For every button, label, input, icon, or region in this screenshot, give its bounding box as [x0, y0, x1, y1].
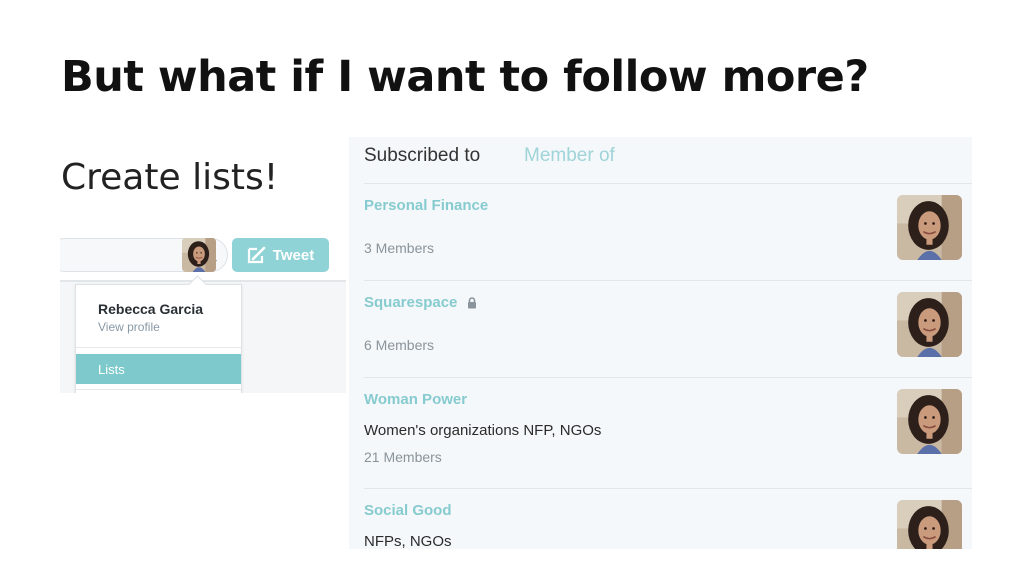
lists-panel-screenshot: Subscribed to Member of Personal Finance…	[349, 137, 972, 549]
slide-subtitle: Create lists!	[61, 157, 279, 198]
tweet-label: Tweet	[272, 246, 315, 264]
top-bar: Tweet	[60, 228, 346, 282]
slide-title: But what if I want to follow more?	[61, 52, 869, 102]
avatar-image	[897, 195, 962, 260]
list-name-personal-finance[interactable]: Personal Finance	[364, 197, 488, 214]
view-profile-link[interactable]: View profile	[98, 320, 160, 334]
avatar-image	[897, 500, 962, 549]
list-owner-avatar[interactable]	[897, 292, 962, 357]
divider	[364, 280, 972, 281]
account-dropdown: Rebecca Garcia View profile Lists	[75, 275, 242, 393]
list-member-count: 21 Members	[364, 449, 442, 465]
list-description: Women's organizations NFP, NGOs	[364, 422, 602, 439]
menu-item-lists[interactable]: Lists	[76, 354, 241, 384]
divider	[364, 183, 972, 184]
profile-name: Rebecca Garcia	[98, 301, 204, 317]
list-name-text: Squarespace	[364, 294, 458, 311]
twitter-header-screenshot: Tweet Rebecca Garcia View profile Lists	[60, 228, 346, 393]
list-description: NFPs, NGOs	[364, 533, 452, 549]
divider	[364, 488, 972, 489]
avatar-image	[897, 292, 962, 357]
compose-icon	[247, 246, 266, 264]
divider	[364, 377, 972, 378]
avatar-image	[182, 238, 216, 272]
tweet-button[interactable]: Tweet	[232, 238, 329, 272]
tab-subscribed-to[interactable]: Subscribed to	[364, 145, 480, 167]
list-owner-avatar[interactable]	[897, 389, 962, 454]
list-owner-avatar[interactable]	[897, 500, 962, 549]
list-owner-avatar[interactable]	[897, 195, 962, 260]
divider	[76, 389, 241, 390]
tab-member-of[interactable]: Member of	[524, 145, 615, 167]
lock-icon	[467, 297, 476, 309]
account-avatar[interactable]	[182, 238, 216, 272]
list-member-count: 6 Members	[364, 337, 435, 353]
list-member-count: 3 Members	[364, 240, 435, 256]
list-name-social-good[interactable]: Social Good	[364, 502, 452, 519]
avatar-image	[897, 389, 962, 454]
divider	[76, 347, 241, 348]
list-name-squarespace[interactable]: Squarespace	[364, 294, 477, 311]
list-name-woman-power[interactable]: Woman Power	[364, 391, 467, 408]
